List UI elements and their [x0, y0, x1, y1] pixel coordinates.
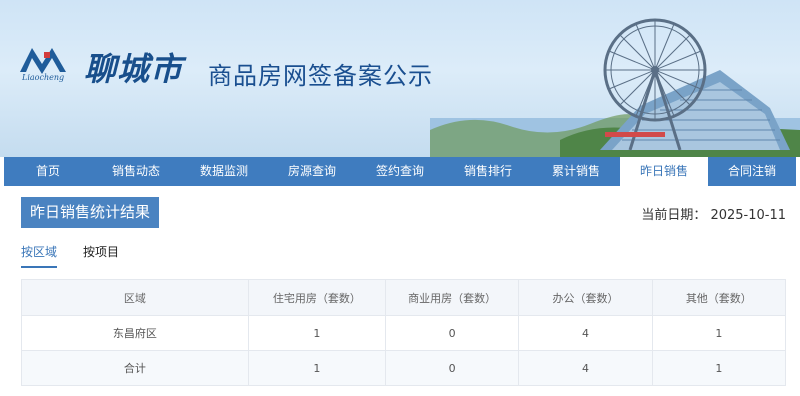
nav-item-sales-ranking[interactable]: 销售排行	[444, 157, 532, 186]
table-cell: 0	[384, 350, 520, 386]
column-header: 办公（套数）	[518, 279, 653, 316]
logo-text: Liaocheng	[22, 73, 65, 82]
tab-by-project[interactable]: 按项目	[83, 244, 119, 266]
site-title: 商品房网签备案公示	[208, 62, 433, 90]
column-header: 商业用房（套数）	[384, 279, 520, 316]
nav-item-cumulative-sales[interactable]: 累计销售	[532, 157, 620, 186]
nav-item-contract-search[interactable]: 签约查询	[356, 157, 444, 186]
column-header: 住宅用房（套数）	[247, 279, 386, 316]
table-cell: 1	[651, 315, 787, 351]
yesterday-sales-result-button[interactable]: 昨日销售统计结果	[21, 197, 159, 228]
sales-table: 区域 住宅用房（套数） 商业用房（套数） 办公（套数） 其他（套数） 东昌府区 …	[21, 279, 787, 386]
table-cell: 1	[651, 350, 787, 386]
nav-item-sales-updates[interactable]: 销售动态	[92, 157, 180, 186]
table-cell: 4	[518, 350, 653, 386]
nav-item-data-monitoring[interactable]: 数据监测	[180, 157, 268, 186]
main-nav: 首页 销售动态 数据监测 房源查询 签约查询 销售排行 累计销售 昨日销售 合同…	[4, 157, 796, 186]
table-cell: 1	[247, 315, 386, 351]
header-banner: Liaocheng 聊城市 商品房网签备案公示	[0, 0, 800, 157]
table-row: 合计 1 0 4 1	[21, 350, 787, 386]
table-cell: 东昌府区	[21, 315, 249, 351]
date-label: 当前日期：	[641, 208, 707, 223]
nav-item-yesterday-sales[interactable]: 昨日销售	[620, 157, 708, 186]
table-header-row: 区域 住宅用房（套数） 商业用房（套数） 办公（套数） 其他（套数）	[21, 279, 787, 316]
date-value: 2025-10-11	[710, 208, 786, 223]
table-row: 东昌府区 1 0 4 1	[21, 315, 787, 351]
nav-item-contract-cancellation[interactable]: 合同注销	[708, 157, 796, 186]
nav-item-home[interactable]: 首页	[4, 157, 92, 186]
current-date: 当前日期： 2025-10-11	[637, 204, 786, 223]
column-header: 区域	[21, 279, 249, 316]
table-cell: 1	[247, 350, 386, 386]
table-cell: 4	[518, 315, 653, 351]
city-name: 聊城市	[84, 50, 184, 88]
column-header: 其他（套数）	[651, 279, 787, 316]
table-cell: 0	[384, 315, 520, 351]
table-cell: 合计	[21, 350, 249, 386]
tab-by-region[interactable]: 按区域	[21, 244, 58, 268]
nav-item-listing-search[interactable]: 房源查询	[268, 157, 356, 186]
